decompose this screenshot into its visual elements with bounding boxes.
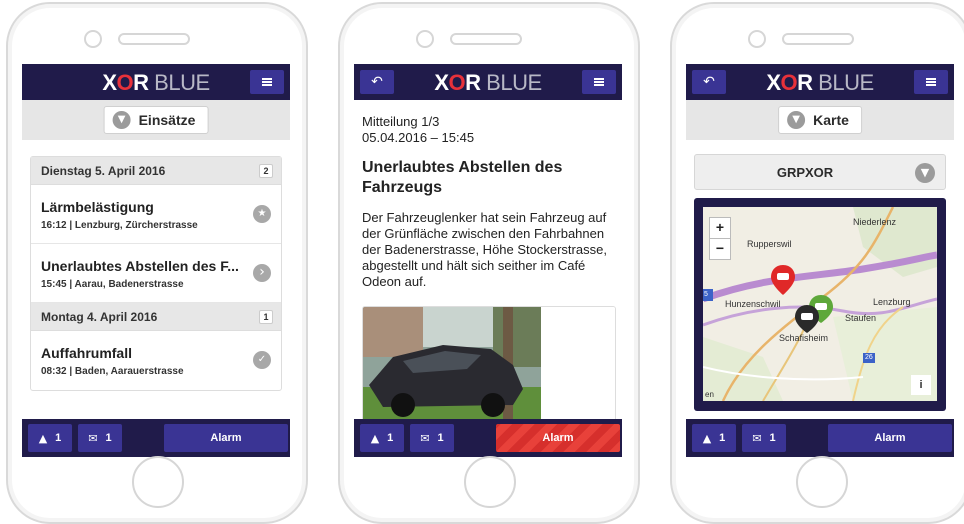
front-camera xyxy=(416,30,434,48)
incident-subtitle: 08:32 | Baden, Aarauerstrasse xyxy=(41,366,184,377)
hamburger-icon xyxy=(262,78,272,80)
screen-message-detail: ↶ XOR BLUE Mitteilung 1/3 05.04.2016 – 1… xyxy=(354,64,622,457)
app-header: XOR BLUE xyxy=(22,64,290,100)
map-view[interactable]: + − Niederlenz Rupperswil Hunzenschwil L… xyxy=(703,207,937,401)
count-badge: 1 xyxy=(259,310,273,324)
warning-icon: ▲ xyxy=(38,431,48,445)
section-dropdown[interactable]: ▼ Einsätze xyxy=(103,106,209,134)
incident-subtitle: 16:12 | Lenzburg, Zürcherstrasse xyxy=(41,220,198,231)
menu-button[interactable] xyxy=(582,70,616,94)
home-button[interactable] xyxy=(132,456,184,508)
map-place-label: Staufen xyxy=(845,313,877,323)
page-title: Einsätze xyxy=(138,112,196,128)
crashed-car-image xyxy=(363,307,615,421)
day-header: Dienstag 5. April 2016 2 xyxy=(31,157,281,185)
route-badge: 5 xyxy=(704,291,708,298)
map-place-label: Rupperswil xyxy=(747,239,792,249)
list-item[interactable]: Auffahrumfall 08:32 | Baden, Aarauerstra… xyxy=(31,331,281,390)
page-title: Karte xyxy=(813,112,849,128)
map-place-label: Niederlenz xyxy=(853,217,897,227)
home-button[interactable] xyxy=(464,456,516,508)
chevron-right-icon[interactable]: › xyxy=(253,264,271,282)
front-camera xyxy=(748,30,766,48)
star-icon[interactable]: ★ xyxy=(253,205,271,223)
day-header-label: Dienstag 5. April 2016 xyxy=(41,164,166,178)
message-timestamp: 05.04.2016 – 15:45 xyxy=(362,130,475,145)
incident-subtitle: 15:45 | Aarau, Badenerstrasse xyxy=(41,279,184,290)
alarm-button[interactable]: Alarm xyxy=(828,424,952,452)
home-button[interactable] xyxy=(796,456,848,508)
incident-title: Lärmbelästigung xyxy=(41,199,154,215)
group-select[interactable]: GRPXOR ▼ xyxy=(694,154,946,190)
warnings-button[interactable]: ▲ 1 xyxy=(692,424,736,452)
speaker-slot xyxy=(450,33,522,45)
info-icon[interactable]: i xyxy=(911,375,931,395)
message-content: Mitteilung 1/3 05.04.2016 – 15:45 Unerla… xyxy=(362,114,614,290)
map-attribution: en xyxy=(705,390,714,399)
hamburger-icon xyxy=(926,78,936,80)
envelope-icon: ✉ xyxy=(88,431,98,445)
list-item[interactable]: Unerlaubtes Abstellen des F... 15:45 | A… xyxy=(31,244,281,303)
title-bar: ▼ Karte xyxy=(686,100,954,140)
group-select-value: GRPXOR xyxy=(776,165,834,180)
map-container: + − Niederlenz Rupperswil Hunzenschwil L… xyxy=(694,198,946,411)
chevron-down-icon: ▼ xyxy=(787,111,806,129)
hamburger-icon xyxy=(594,78,604,80)
warnings-button[interactable]: ▲ 1 xyxy=(28,424,72,452)
count-badge: 2 xyxy=(259,164,273,178)
app-header: ↶ XOR BLUE xyxy=(354,64,622,100)
zoom-in-button[interactable]: + xyxy=(709,217,731,239)
footer-bar: ▲ 1 ✉ 1 Alarm xyxy=(22,419,290,457)
message-heading: Unerlaubtes Abstellen des Fahrzeugs xyxy=(362,159,563,196)
front-camera xyxy=(84,30,102,48)
speaker-slot xyxy=(118,33,190,45)
chevron-down-icon: ▼ xyxy=(112,111,131,129)
incident-title: Auffahrumfall xyxy=(41,345,132,361)
messages-button[interactable]: ✉ 1 xyxy=(410,424,454,452)
alarm-button[interactable]: Alarm xyxy=(164,424,288,452)
messages-button[interactable]: ✉ 1 xyxy=(742,424,786,452)
chevron-down-icon: ▼ xyxy=(915,163,935,183)
alarm-button[interactable]: Alarm xyxy=(496,424,620,452)
map-place-label: Lenzburg xyxy=(873,297,911,307)
map-place-label: Hunzenschwil xyxy=(725,299,781,309)
check-icon[interactable]: ✓ xyxy=(253,351,271,369)
title-bar: ▼ Einsätze xyxy=(22,100,290,140)
phone-frame-map: ↶ XOR BLUE ▼ Karte GRPXOR ▼ + − Niederle… xyxy=(670,2,964,524)
warning-icon: ▲ xyxy=(702,431,712,445)
incident-title: Unerlaubtes Abstellen des F... xyxy=(41,258,239,274)
map-place-label: Schafisheim xyxy=(779,333,829,343)
envelope-icon: ✉ xyxy=(420,431,430,445)
footer-bar: ▲ 1 ✉ 1 Alarm xyxy=(354,419,622,457)
day-header: Montag 4. April 2016 1 xyxy=(31,303,281,331)
screen-incident-list: XOR BLUE ▼ Einsätze Dienstag 5. April 20… xyxy=(22,64,290,457)
screen-map: ↶ XOR BLUE ▼ Karte GRPXOR ▼ + − Niederle… xyxy=(686,64,954,457)
footer-bar: ▲ 1 ✉ 1 Alarm xyxy=(686,419,954,457)
envelope-icon: ✉ xyxy=(752,431,762,445)
list-item[interactable]: Lärmbelästigung 16:12 | Lenzburg, Zürche… xyxy=(31,185,281,244)
incident-list: Dienstag 5. April 2016 2 Lärmbelästigung… xyxy=(30,156,282,391)
message-body: Der Fahrzeuglenker hat sein Fahrzeug auf… xyxy=(362,210,607,289)
warnings-button[interactable]: ▲ 1 xyxy=(360,424,404,452)
message-counter: Mitteilung 1/3 xyxy=(362,114,440,129)
day-header-label: Montag 4. April 2016 xyxy=(41,310,158,324)
phone-frame-message: ↶ XOR BLUE Mitteilung 1/3 05.04.2016 – 1… xyxy=(338,2,640,524)
section-dropdown[interactable]: ▼ Karte xyxy=(778,106,862,134)
menu-button[interactable] xyxy=(250,70,284,94)
menu-button[interactable] xyxy=(914,70,948,94)
route-badge: 26 xyxy=(865,354,873,361)
phone-frame-list: XOR BLUE ▼ Einsätze Dienstag 5. April 20… xyxy=(6,2,308,524)
warning-icon: ▲ xyxy=(370,431,380,445)
speaker-slot xyxy=(782,33,854,45)
messages-button[interactable]: ✉ 1 xyxy=(78,424,122,452)
zoom-out-button[interactable]: − xyxy=(709,238,731,260)
incident-photo[interactable] xyxy=(362,306,616,422)
stage: XOR BLUE ▼ Einsätze Dienstag 5. April 20… xyxy=(0,0,964,524)
app-header: ↶ XOR BLUE xyxy=(686,64,954,100)
